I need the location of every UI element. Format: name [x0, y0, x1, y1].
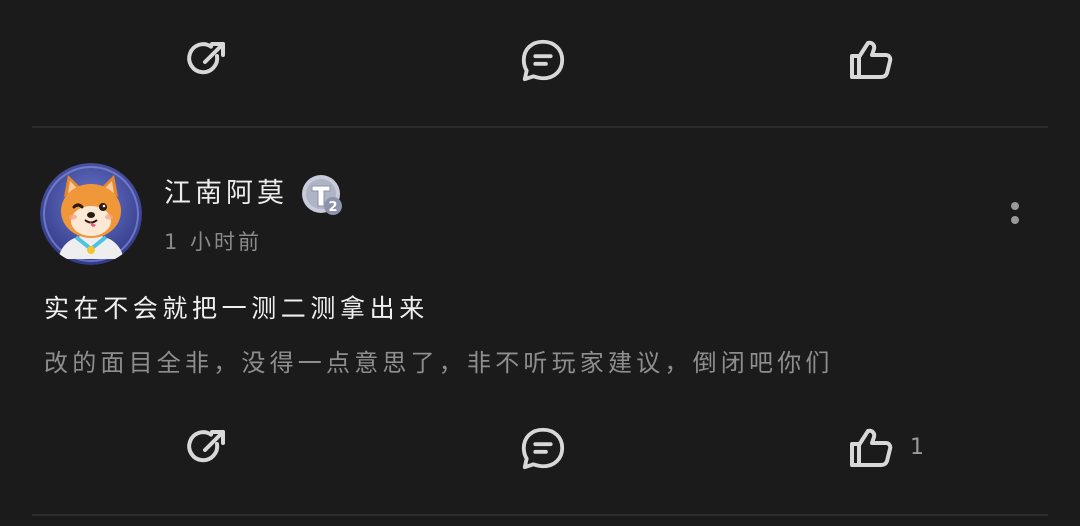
svg-text:2: 2 — [328, 200, 337, 215]
like-button[interactable] — [847, 424, 895, 472]
share-button[interactable] — [183, 424, 231, 472]
post-action-bar: 1 — [0, 418, 1080, 478]
post-time: 1 小时前 — [164, 230, 263, 254]
share-button[interactable] — [183, 36, 231, 84]
post-title[interactable]: 实在不会就把一测二测拿出来 — [44, 292, 429, 326]
author-name[interactable]: 江南阿莫 — [164, 176, 288, 212]
more-dots-icon-dot — [1011, 216, 1019, 224]
avatar[interactable] — [40, 163, 142, 265]
more-dots-icon — [1011, 202, 1019, 210]
feed-page: 江南阿莫 2 1 小时前 实在不会就把一测二测拿出来 改的面目全非，没得一点意思… — [0, 0, 1080, 526]
comment-button[interactable] — [519, 36, 567, 84]
thumbs-up-icon — [850, 428, 893, 467]
level-badge-icon: 2 — [302, 175, 342, 215]
post-body[interactable]: 改的面目全非，没得一点意思了，非不听玩家建议，倒闭吧你们 — [44, 346, 834, 380]
level-badge: 2 — [300, 173, 344, 217]
like-button[interactable] — [847, 36, 895, 84]
share-icon — [187, 42, 225, 75]
previous-post-action-bar — [0, 30, 1080, 90]
thumbs-up-icon — [850, 40, 893, 79]
like-count: 1 — [910, 435, 924, 460]
comment-icon — [521, 39, 565, 82]
share-icon — [187, 430, 225, 463]
comment-icon — [521, 427, 565, 470]
comment-button[interactable] — [519, 424, 567, 472]
divider — [32, 126, 1048, 128]
more-options-button[interactable] — [998, 196, 1032, 234]
shiba-dog-avatar-icon — [40, 163, 142, 265]
divider — [32, 514, 1048, 516]
